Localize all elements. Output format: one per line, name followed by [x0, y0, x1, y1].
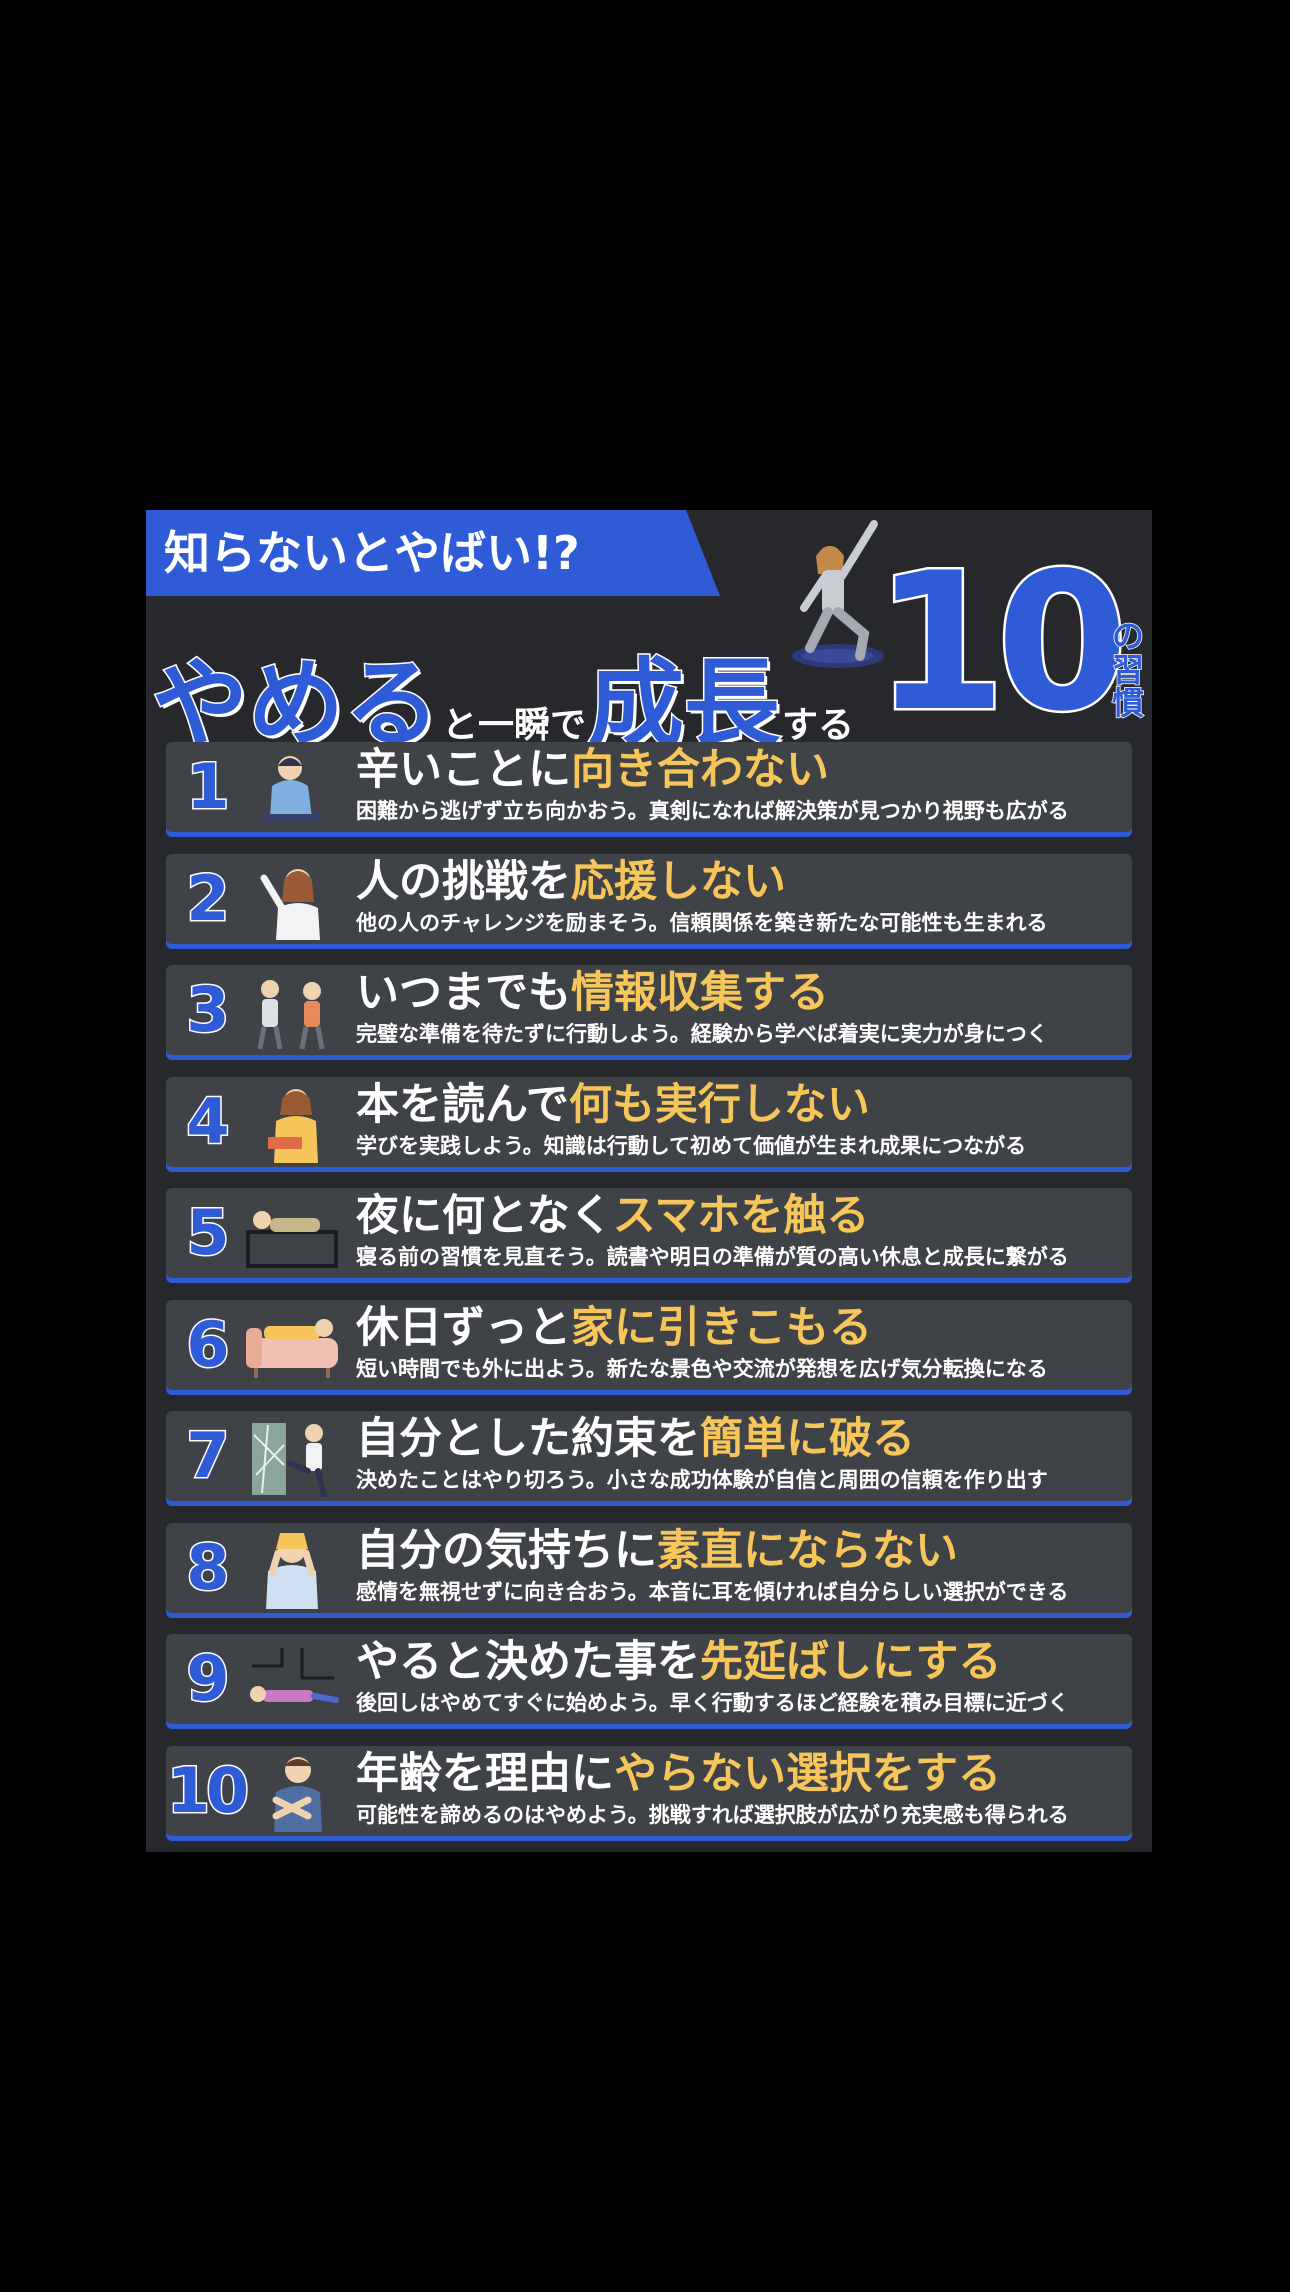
banner-text: 知らないとやばい!? [164, 526, 580, 580]
habit-title: いつまでも情報収集する [356, 969, 829, 1017]
habit-number: 5 [185, 1195, 231, 1271]
suffix-char: 習 [1111, 650, 1145, 689]
habit-item-8: 8 自分の気持ちに素直にならない 感情を無視せずに向き合おう。本音に耳を傾ければ… [166, 1522, 1132, 1614]
headline-quit: やめる [151, 648, 442, 760]
habit-title-main: 夜に何となく [356, 1191, 613, 1241]
habit-number: 3 [185, 972, 231, 1048]
habit-description: 後回しはやめてすぐに始めよう。早く行動するほど経験を積み目標に近づく [356, 1691, 1069, 1715]
habit-title-main: やると決めた事を [356, 1637, 700, 1687]
habit-number: 7 [185, 1418, 231, 1494]
distressed-person-icon [264, 756, 320, 822]
worried-woman-icon [260, 868, 320, 940]
habit-title: やると決めた事を先延ばしにする [356, 1638, 1001, 1686]
habit-number: 6 [185, 1306, 231, 1382]
habit-title-main: 辛いことに [356, 745, 571, 795]
habit-title-main: 自分とした約束を [356, 1414, 700, 1464]
habit-item-3: 3 いつまでも情報収集する 完璧な準備を待たずに行動しよう。経験から学べば着実に… [166, 965, 1132, 1056]
headline-growth: 成長 [587, 648, 782, 760]
habit-title-highlight: 先延ばしにする [700, 1637, 1002, 1687]
suffix-char: の [1111, 617, 1145, 655]
habit-description: 他の人のチャレンジを励まそう。信頼関係を築き新たな可能性も生まれる [356, 910, 1048, 935]
habit-description: 決めたことはやり切ろう。小さな成功体験が自信と周囲の信頼を作り出す [356, 1468, 1048, 1492]
hands-on-face-icon [266, 1532, 318, 1609]
habit-title-main: いつまでも [356, 968, 571, 1018]
habit-title: 辛いことに向き合わない [356, 746, 829, 794]
habit-description: 完璧な準備を待たずに行動しよう。経験から学べば着実に実力が身につく [356, 1022, 1048, 1046]
habit-title-highlight: 家に引きこもる [571, 1302, 872, 1353]
habit-item-2: 2 人の挑戦を応援しない 他の人のチャレンジを励まそう。信頼関係を築き新たな可能… [166, 853, 1132, 945]
habit-title: 自分の気持ちに素直にならない [356, 1527, 958, 1575]
habit-item-7: 7 自分とした約束を簡単に破る 決めたことはやり切ろう。小さな成功体験が自信と周… [166, 1411, 1132, 1502]
habit-description: 困難から逃げず立ち向かおう。真剣になれば解決策が見つかり視野も広がる [356, 799, 1069, 823]
headline-suffix: の 習 慣 [1108, 617, 1148, 723]
habit-item-4: 4 本を読んで何も実行しない 学びを実践しよう。知識は行動して初めて価値が生まれ… [166, 1076, 1132, 1168]
habit-title-main: 休日ずっと [356, 1302, 571, 1353]
refusing-man-icon [272, 1756, 322, 1832]
habit-title-highlight: 素直にならない [657, 1525, 958, 1576]
habit-description: 可能性を諦めるのはやめよう。挑戦すれば選択肢が広がり充実感も得られる [356, 1802, 1069, 1827]
habit-description: 短い時間でも外に出よう。新たな景色や交流が発想を広げ気分転換になる [356, 1356, 1048, 1381]
habit-item-6: 6 休日ずっと家に引きこもる 短い時間でも外に出よう。新たな景色や交流が発想を広… [166, 1299, 1132, 1391]
habit-title: 人の挑戦を応援しない [356, 858, 786, 906]
habit-title-main: 本を読んで [356, 1079, 569, 1130]
suffix-char: 慣 [1111, 684, 1145, 723]
habit-number: 4 [185, 1083, 231, 1159]
habit-item-5: 5 夜に何となくスマホを触る 寝る前の習慣を見直そう。読書や明日の準備が質の高い… [166, 1188, 1132, 1279]
habit-title: 本を読んで何も実行しない [356, 1081, 870, 1129]
habit-title-highlight: 応援しない [571, 856, 786, 907]
phone-on-sofa-icon [246, 1211, 338, 1268]
habit-title-highlight: やらない選択をする [614, 1748, 1001, 1799]
header-banner: 知らないとやばい!? [146, 510, 720, 596]
habit-number: 8 [185, 1529, 231, 1605]
habit-title-main: 年齢を理由に [356, 1748, 614, 1799]
binoculars-people-icon [257, 980, 325, 1050]
habit-title-main: 人の挑戦を [356, 856, 571, 907]
habit-title-highlight: スマホを触る [612, 1191, 870, 1241]
lying-on-floor-icon [250, 1648, 339, 1703]
habit-list: 1 辛いことに向き合わない 困難から逃げず立ち向かおう。真剣になれば解決策が見つ… [165, 742, 1132, 1857]
habit-description: 学びを実践しよう。知識は行動して初めて価値が生まれ成果につながる [356, 1133, 1027, 1158]
reading-woman-icon [268, 1088, 318, 1163]
habit-number: 2 [185, 860, 231, 936]
habit-title-highlight: 何も実行しない [568, 1079, 870, 1130]
habit-title: 年齢を理由にやらない選択をする [356, 1750, 1001, 1798]
lying-on-couch-icon [246, 1318, 338, 1378]
habit-description: 感情を無視せずに向き合おう。本音に耳を傾ければ自分らしい選択ができる [356, 1579, 1069, 1604]
breaking-glass-icon [252, 1423, 327, 1497]
habit-title: 自分とした約束を簡単に破る [356, 1415, 915, 1463]
habit-title-highlight: 簡単に破る [700, 1414, 915, 1464]
habit-title-highlight: 情報収集する [571, 968, 829, 1018]
habit-number: 1 [185, 749, 231, 825]
habit-description: 寝る前の習慣を見直そう。読書や明日の準備が質の高い休息と成長に繋がる [356, 1245, 1069, 1269]
habit-title: 休日ずっと家に引きこもる [356, 1304, 872, 1352]
habit-title: 夜に何となくスマホを触る [356, 1192, 869, 1240]
poster: 知らないとやばい!? やめる と一瞬で 成長 する 10 の 習 慣 1 辛いこ… [146, 510, 1152, 1852]
habit-number: 9 [185, 1641, 231, 1717]
habit-item-10: 10 年齢を理由にやらない選択をする 可能性を諦めるのはやめよう。挑戦すれば選択… [165, 1745, 1132, 1837]
headline-number: 10 [871, 532, 1130, 753]
habit-title-main: 自分の気持ちに [356, 1525, 657, 1576]
headline-instantly: と一瞬で [442, 705, 587, 746]
habit-title-highlight: 向き合わない [571, 745, 829, 795]
headline-do: する [782, 705, 855, 746]
habit-number: 10 [165, 1752, 250, 1828]
habit-item-1: 1 辛いことに向き合わない 困難から逃げず立ち向かおう。真剣になれば解決策が見つ… [166, 742, 1132, 833]
habit-item-9: 9 やると決めた事を先延ばしにする 後回しはやめてすぐに始めよう。早く行動するほ… [166, 1634, 1132, 1725]
